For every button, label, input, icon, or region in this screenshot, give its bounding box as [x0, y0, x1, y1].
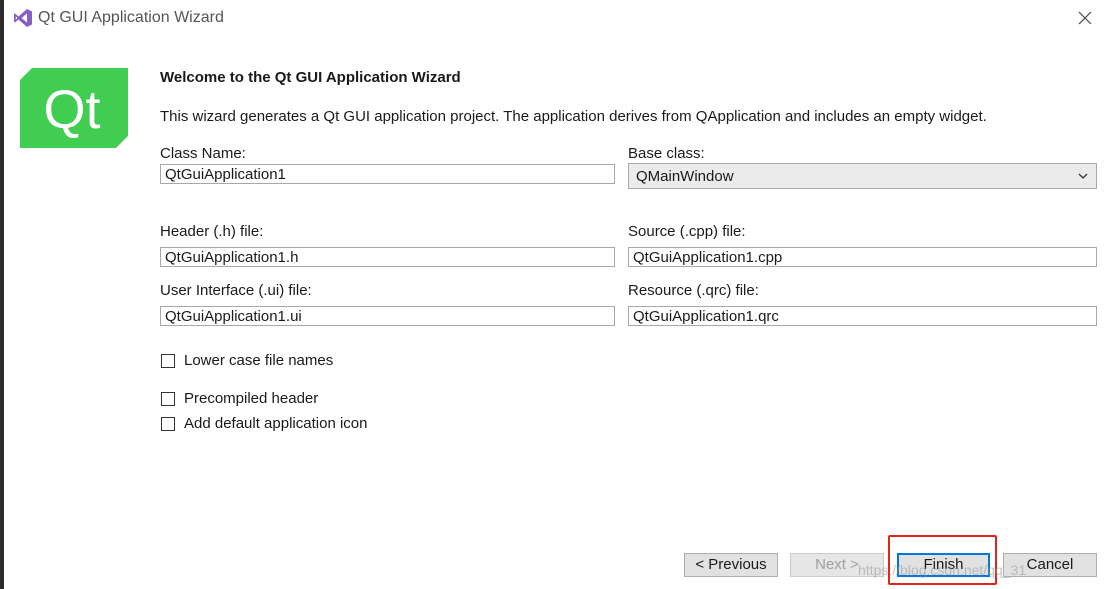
default-icon-checkbox[interactable] [161, 417, 175, 431]
wizard-window: Qt GUI Application Wizard Qt Welcome to … [0, 0, 1109, 589]
page-description: This wizard generates a Qt GUI applicati… [160, 108, 987, 125]
background-editor-strip [0, 0, 4, 589]
source-file-input[interactable] [628, 247, 1097, 267]
resource-file-input[interactable] [628, 306, 1097, 326]
base-class-label: Base class: [628, 145, 705, 162]
lower-case-label: Lower case file names [184, 352, 334, 369]
class-name-input[interactable] [160, 164, 615, 184]
precompiled-header-checkbox[interactable] [161, 392, 175, 406]
base-class-select[interactable]: QMainWindow [628, 163, 1097, 189]
ui-file-label: User Interface (.ui) file: [160, 282, 312, 299]
chevron-down-icon [1078, 173, 1088, 179]
resource-file-label: Resource (.qrc) file: [628, 282, 759, 299]
ui-file-input[interactable] [160, 306, 615, 326]
title-bar: Qt GUI Application Wizard [4, 0, 1109, 36]
qt-logo: Qt [20, 68, 128, 148]
class-name-label: Class Name: [160, 145, 246, 162]
next-button[interactable]: Next > [790, 553, 884, 577]
precompiled-header-label: Precompiled header [184, 390, 319, 407]
window-title: Qt GUI Application Wizard [38, 9, 224, 26]
close-icon[interactable] [1075, 8, 1095, 28]
cancel-button[interactable]: Cancel [1003, 553, 1097, 577]
visual-studio-icon [14, 9, 32, 27]
previous-button[interactable]: < Previous [684, 553, 778, 577]
header-file-input[interactable] [160, 247, 615, 267]
default-icon-label: Add default application icon [184, 415, 368, 432]
header-file-label: Header (.h) file: [160, 223, 264, 240]
base-class-value: QMainWindow [636, 168, 734, 185]
source-file-label: Source (.cpp) file: [628, 223, 746, 240]
qt-logo-text: Qt [43, 80, 100, 140]
finish-button[interactable]: Finish [897, 553, 990, 577]
lower-case-checkbox[interactable] [161, 354, 175, 368]
page-heading: Welcome to the Qt GUI Application Wizard [160, 69, 461, 86]
